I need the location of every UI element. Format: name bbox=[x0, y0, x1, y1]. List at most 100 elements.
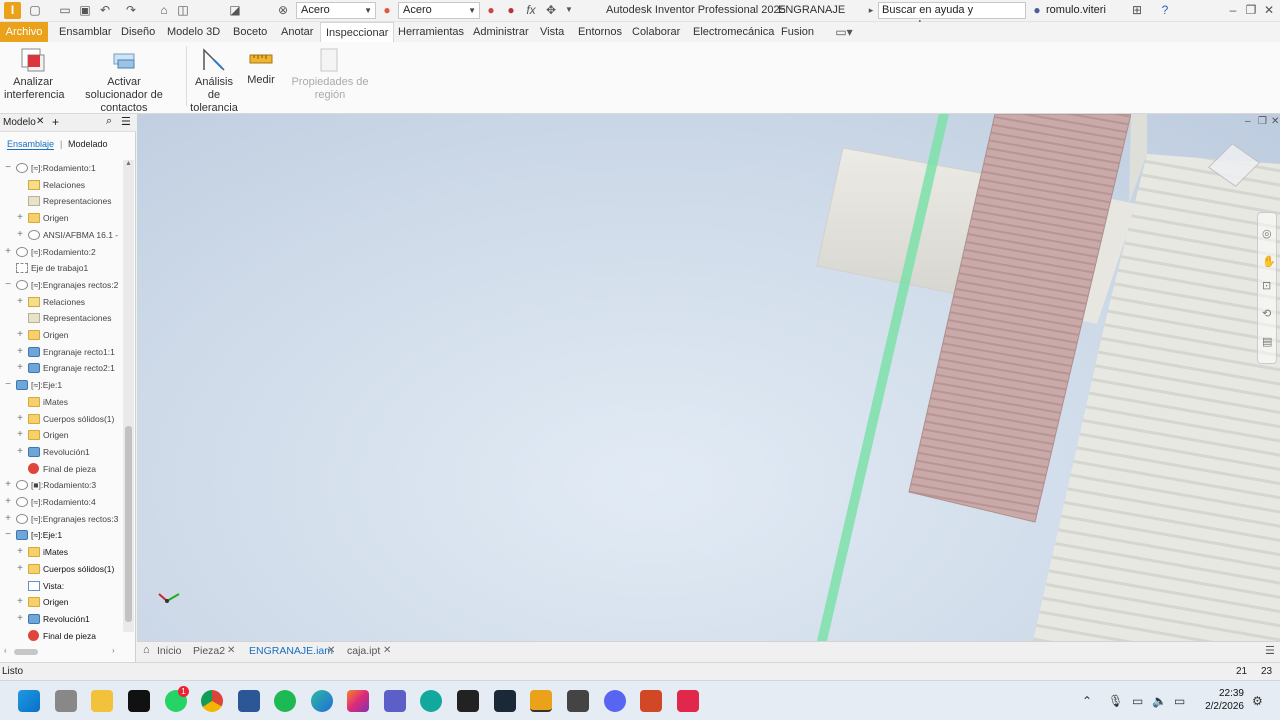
add-tab-icon[interactable]: + bbox=[52, 115, 59, 129]
viewport-close-icon[interactable]: ✕ bbox=[1271, 116, 1279, 127]
tree-item[interactable]: + Engranaje recto1:1 bbox=[0, 344, 124, 360]
tree-item[interactable]: − [≈]:Eje:1 bbox=[0, 527, 124, 543]
open-icon[interactable]: ▭ bbox=[58, 3, 72, 17]
tree-item[interactable]: + Origen bbox=[0, 327, 124, 343]
tree-item[interactable]: + [≈]:Rodamiento:4 bbox=[0, 494, 124, 510]
scroll-left-icon[interactable]: ‹ bbox=[4, 646, 7, 655]
tree-item[interactable]: + Revolución1 bbox=[0, 611, 124, 627]
expand-icon[interactable]: + bbox=[16, 411, 24, 427]
tree-item[interactable]: iMates bbox=[0, 394, 124, 410]
select-icon[interactable]: ◪ bbox=[228, 3, 242, 17]
tree-item[interactable]: + Revolución1 bbox=[0, 444, 124, 460]
h-scrollbar-thumb[interactable] bbox=[14, 649, 38, 655]
browser-scrollbar[interactable]: ▲ bbox=[123, 160, 134, 632]
undo-icon[interactable]: ↶ bbox=[98, 3, 112, 17]
inventor-taskbar-icon[interactable] bbox=[530, 690, 552, 712]
user-name[interactable]: romulo.viteri bbox=[1046, 4, 1106, 16]
task-view-icon[interactable] bbox=[55, 690, 77, 712]
expand-icon[interactable]: + bbox=[16, 544, 24, 560]
tree-item[interactable]: + Engranaje recto2:1 bbox=[0, 360, 124, 376]
close-pieza2-icon[interactable]: ✕ bbox=[227, 645, 235, 656]
graphics-viewport[interactable]: ◎ ✋ ⊡ ⟲ ▤ – ❐ ✕ bbox=[137, 114, 1280, 641]
tree-item[interactable]: − [≈]:Engranajes rectos:2 bbox=[0, 277, 124, 293]
word-icon[interactable] bbox=[238, 690, 260, 712]
tab-electromecanica[interactable]: Electromecánica bbox=[688, 22, 779, 42]
canva-icon[interactable] bbox=[420, 690, 442, 712]
home-tab-icon[interactable]: ⌂ bbox=[143, 644, 150, 656]
cancel-icon[interactable]: ⊗ bbox=[276, 3, 290, 17]
close-caja-icon[interactable]: ✕ bbox=[383, 645, 391, 656]
settings-icon[interactable]: ⚙ bbox=[1252, 694, 1263, 708]
calculator-icon[interactable] bbox=[567, 690, 589, 712]
teams-icon[interactable] bbox=[384, 690, 406, 712]
discord-icon[interactable] bbox=[604, 690, 626, 712]
doc-tab-inicio[interactable]: Inicio bbox=[157, 642, 182, 661]
menu-icon[interactable]: ☰ bbox=[121, 115, 131, 128]
expand-icon[interactable]: + bbox=[4, 244, 12, 260]
tab-diseno[interactable]: Diseño bbox=[116, 22, 160, 42]
expand-icon[interactable]: + bbox=[16, 427, 24, 443]
pan-icon[interactable]: ✋ bbox=[1262, 255, 1276, 268]
scroll-right-icon[interactable]: › bbox=[112, 646, 115, 655]
expand-icon[interactable]: + bbox=[16, 344, 24, 360]
tab-colaborar[interactable]: Colaborar bbox=[627, 22, 685, 42]
subtab-modelado[interactable]: Modelado bbox=[68, 139, 108, 149]
cart-icon[interactable]: ⊞ bbox=[1130, 3, 1144, 17]
tab-fusion[interactable]: Fusion bbox=[776, 22, 819, 42]
volume-icon[interactable]: 🔈 bbox=[1152, 694, 1167, 708]
clear-appearance-icon[interactable]: ● bbox=[484, 3, 498, 17]
tree-item[interactable]: + iMates bbox=[0, 544, 124, 560]
tree-item[interactable]: + Origen bbox=[0, 210, 124, 226]
analyze-interference-button[interactable]: Analizar interferencia bbox=[4, 42, 65, 112]
collapse-icon[interactable]: − bbox=[4, 277, 12, 293]
close-engranaje-icon[interactable]: ✕ bbox=[327, 645, 335, 656]
tab-inspeccionar[interactable]: Inspeccionar bbox=[320, 22, 395, 42]
scrollbar-thumb[interactable] bbox=[125, 426, 132, 622]
tiktok-icon[interactable] bbox=[128, 690, 150, 712]
expand-icon[interactable]: + bbox=[16, 594, 24, 610]
tree-item[interactable]: + Cuerpos sólidos(1) bbox=[0, 411, 124, 427]
panel-toggle-icon[interactable]: ▭▾ bbox=[834, 25, 854, 39]
search-icon[interactable]: ⌕ bbox=[106, 115, 112, 128]
subtab-ensamblaje[interactable]: Ensamblaje bbox=[7, 139, 55, 150]
expand-icon[interactable]: + bbox=[16, 360, 24, 376]
zoom-icon[interactable]: ⊡ bbox=[1262, 279, 1271, 292]
measure-button[interactable]: Medir bbox=[244, 42, 278, 112]
powerpoint-icon[interactable] bbox=[640, 690, 662, 712]
display-icon[interactable]: ▭ bbox=[1132, 694, 1143, 708]
tree-item[interactable]: + Relaciones bbox=[0, 294, 124, 310]
move-icon[interactable]: ✥ bbox=[544, 3, 558, 17]
look-at-icon[interactable]: ▤ bbox=[1262, 335, 1272, 348]
epic-games-icon[interactable] bbox=[457, 690, 479, 712]
tree-item[interactable]: Representaciones bbox=[0, 193, 124, 209]
expand-icon[interactable]: + bbox=[16, 210, 24, 226]
inventor-logo-icon[interactable]: I bbox=[4, 2, 21, 19]
collapse-icon[interactable]: − bbox=[4, 377, 12, 393]
collapse-icon[interactable]: − bbox=[4, 527, 12, 543]
edge-icon[interactable] bbox=[311, 690, 333, 712]
minimize-icon[interactable]: – bbox=[1226, 3, 1240, 17]
tab-modelo-3d[interactable]: Modelo 3D bbox=[162, 22, 225, 42]
expand-icon[interactable]: + bbox=[16, 227, 24, 243]
expand-icon[interactable]: + bbox=[16, 561, 24, 577]
tree-item[interactable]: Vista: bbox=[0, 578, 124, 594]
chrome-icon[interactable] bbox=[201, 690, 223, 712]
tree-item[interactable]: Eje de trabajo1 bbox=[0, 260, 124, 276]
close-tab-icon[interactable]: ✕ bbox=[36, 116, 44, 127]
microphone-icon[interactable]: 🎙 bbox=[1108, 694, 1123, 708]
home-icon[interactable]: ⌂ bbox=[157, 3, 171, 17]
doc-tab-caja[interactable]: caja.ipt bbox=[347, 642, 380, 661]
tray-chevron-icon[interactable]: ⌃ bbox=[1082, 694, 1092, 708]
tree-item[interactable]: + [≈]:Engranajes rectos:3 bbox=[0, 511, 124, 527]
expand-icon[interactable]: + bbox=[4, 494, 12, 510]
fx-icon[interactable]: fx bbox=[524, 3, 538, 17]
tab-archivo[interactable]: Archivo bbox=[0, 22, 48, 42]
expand-icon[interactable]: + bbox=[16, 611, 24, 627]
instagram-icon[interactable] bbox=[347, 690, 369, 712]
tab-boceto[interactable]: Boceto bbox=[228, 22, 272, 42]
horizontal-scrollbar[interactable]: ‹ › bbox=[2, 646, 122, 658]
tree-item[interactable]: − [≈]:Rodamiento:1 bbox=[0, 160, 124, 176]
appearance-dropdown[interactable]: Acero ▼ bbox=[398, 2, 480, 19]
save-icon[interactable]: ▣ bbox=[78, 3, 92, 17]
clock[interactable]: 22:39 2/2/2026 bbox=[1205, 687, 1244, 713]
